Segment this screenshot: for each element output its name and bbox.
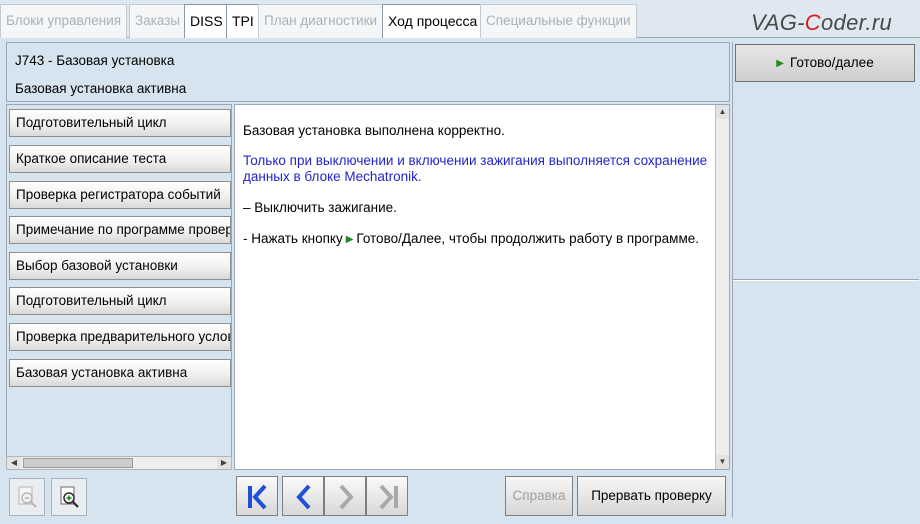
procedure-status: Базовая установка активна bbox=[15, 81, 187, 96]
first-step-button[interactable] bbox=[236, 476, 278, 516]
step-item[interactable]: Проверка предварительного условия bbox=[9, 323, 231, 351]
tab-bar: Блоки управления Заказы DISS TPI План ди… bbox=[0, 0, 920, 38]
step-item[interactable]: Примечание по программе проверки bbox=[9, 216, 231, 244]
tab-special-functions[interactable]: Специальные функции bbox=[480, 4, 637, 38]
scroll-right-icon[interactable]: ▶ bbox=[217, 457, 231, 469]
step-item[interactable]: Краткое описание теста bbox=[9, 145, 231, 173]
bottom-toolbar: Справка Прервать проверку bbox=[0, 472, 732, 524]
step-item-active[interactable]: Базовая установка активна bbox=[9, 359, 231, 387]
panel-divider bbox=[733, 279, 919, 281]
right-panel: ▶ Готово/далее bbox=[732, 42, 919, 518]
next-icon bbox=[339, 484, 354, 510]
scroll-down-icon[interactable]: ▼ bbox=[716, 455, 729, 469]
content-scrollbar[interactable]: ▲ ▼ bbox=[715, 105, 729, 469]
scroll-left-icon[interactable]: ◀ bbox=[7, 457, 21, 469]
tab-diss[interactable]: DISS bbox=[184, 4, 229, 38]
play-icon: ▶ bbox=[345, 234, 354, 245]
tab-diagnostic-plan[interactable]: План диагностики bbox=[258, 4, 384, 38]
step-list: Подготовительный цикл Краткое описание т… bbox=[6, 104, 232, 470]
help-button[interactable]: Справка bbox=[505, 476, 573, 516]
instruction-text-info: Только при выключении и включении зажига… bbox=[243, 153, 708, 184]
scroll-up-icon[interactable]: ▲ bbox=[716, 105, 729, 119]
last-step-button[interactable] bbox=[366, 476, 408, 516]
step-list-scrollbar[interactable]: ◀ ▶ bbox=[6, 456, 232, 470]
tab-tpi[interactable]: TPI bbox=[226, 4, 260, 38]
procedure-title: J743 - Базовая установка bbox=[15, 53, 175, 68]
instruction-text-3: – Выключить зажигание. bbox=[243, 200, 397, 215]
zoom-in-icon bbox=[60, 486, 79, 508]
instruction-text-4: - Нажать кнопку ▶ Готово/Далее, чтобы прод… bbox=[243, 231, 699, 246]
step-item[interactable]: Подготовительный цикл bbox=[9, 287, 231, 315]
instruction-panel: Базовая установка выполнена корректно. Т… bbox=[234, 104, 730, 470]
watermark-logo: VAG-Coder.ru bbox=[751, 10, 892, 35]
step-item[interactable]: Подготовительный цикл bbox=[9, 109, 231, 137]
zoom-in-button[interactable] bbox=[51, 478, 87, 516]
skip-first-icon bbox=[248, 484, 267, 510]
play-icon: ▶ bbox=[776, 58, 784, 69]
tab-control-units[interactable]: Блоки управления bbox=[0, 4, 128, 38]
ready-next-button[interactable]: ▶ Готово/далее bbox=[735, 44, 915, 82]
tab-orders[interactable]: Заказы bbox=[129, 4, 187, 38]
procedure-header: J743 - Базовая установка Базовая установ… bbox=[6, 42, 730, 102]
step-item[interactable]: Проверка регистратора событий bbox=[9, 181, 231, 209]
next-step-button[interactable] bbox=[324, 476, 366, 516]
skip-last-icon bbox=[379, 484, 398, 510]
zoom-out-button[interactable] bbox=[9, 478, 45, 516]
instruction-text-1: Базовая установка выполнена корректно. bbox=[243, 123, 505, 138]
abort-test-button[interactable]: Прервать проверку bbox=[577, 476, 726, 516]
scrollbar-thumb[interactable] bbox=[23, 458, 133, 468]
step-item[interactable]: Выбор базовой установки bbox=[9, 252, 231, 280]
tab-process[interactable]: Ход процесса bbox=[382, 4, 484, 38]
previous-step-button[interactable] bbox=[282, 476, 324, 516]
previous-icon bbox=[296, 484, 311, 510]
ready-next-label: Готово/далее bbox=[789, 55, 874, 70]
zoom-out-icon bbox=[18, 486, 37, 508]
